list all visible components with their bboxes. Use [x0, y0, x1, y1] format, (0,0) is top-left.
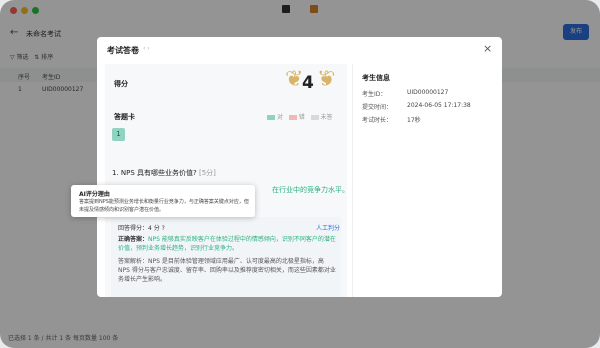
legend: 对 错 未答: [267, 112, 333, 121]
modal-nav-arrows[interactable]: ‹ ›: [143, 45, 150, 52]
unanswered-swatch: [310, 115, 319, 120]
candidate-id-label: 考生ID：: [362, 91, 387, 98]
explanation: 答案解析：NPS 是目前体验管理领域应用最广、认可度最高的北极星指标，高 NPS…: [118, 257, 336, 284]
legend-correct: 对: [277, 114, 284, 121]
legend-wrong: 错: [298, 114, 305, 121]
grading-box: 回答得分：4 分 ? 人工判分 正确答案：NPS 能够真实反映客户在体验过程中的…: [111, 217, 341, 297]
question-title: 1. NPS 具有哪些业务价值?: [112, 169, 197, 177]
ai-score-tooltip: AI评分理由 答案提到NPS能预测业务增长和衡量行业竞争力，与正确答案关键点对应…: [71, 185, 255, 217]
duration-value: 17秒: [407, 117, 421, 124]
answer-card-label: 答题卡: [114, 113, 135, 121]
wrong-swatch: [288, 115, 297, 120]
question-score: [5分]: [198, 169, 216, 177]
answer-score-label: 回答得分：: [118, 225, 149, 232]
laurel-right-icon: ❦: [317, 67, 336, 92]
exam-modal: 考试答卷 ‹ › × 得分 ❦ 4 ❦ 答题卡 对 错 未答 1 1. NPS …: [97, 37, 502, 297]
score-label: 得分: [114, 80, 128, 88]
correct-answer: 正确答案：NPS 能够真实反映客户在体验过程中的情感倾向，识别不同客户的潜在价值…: [118, 235, 336, 253]
manual-score-link[interactable]: 人工判分: [316, 224, 340, 233]
answer-score-value: 4 分: [148, 225, 160, 232]
explanation-label: 答案解析：: [118, 258, 149, 265]
info-title: 考生信息: [362, 74, 390, 82]
tooltip-title: AI评分理由: [79, 191, 110, 198]
correct-answer-text: NPS 能够真实反映客户在体验过程中的情感倾向，识别不同客户的潜在价值，预判业务…: [118, 236, 336, 252]
help-icon[interactable]: ?: [162, 225, 165, 232]
question-card-1[interactable]: 1: [112, 128, 125, 141]
correct-answer-label: 正确答案：: [118, 236, 149, 243]
score-value: 4: [302, 73, 314, 93]
submit-time-value: 2024-06-05 17:17:38: [407, 102, 471, 109]
tooltip-body: 答案提到NPS能预测业务增长和衡量行业竞争力，与正确答案关键点对应，但未提及情感…: [79, 199, 249, 213]
legend-unanswered: 未答: [320, 114, 333, 121]
duration-label: 考试时长：: [362, 117, 393, 124]
answer-score-row: 回答得分：4 分 ?: [118, 224, 165, 233]
candidate-id-value: UID00000127: [407, 89, 449, 96]
modal-header: 考试答卷 ‹ › ×: [97, 37, 502, 62]
question-text: 1. NPS 具有哪些业务价值? [5分]: [112, 168, 216, 178]
candidate-info-panel: [352, 64, 502, 297]
close-icon[interactable]: ×: [483, 42, 492, 55]
explanation-text: NPS 是目前体验管理领域应用最广、认可度最高的北极星指标，高 NPS 得分与客…: [118, 258, 336, 283]
app-window: ← 未命名考试 发布 ▽ 筛选 ⇅ 排序 序号 考生ID 1 UID000001…: [0, 0, 600, 348]
correct-swatch: [267, 115, 275, 120]
modal-title: 考试答卷: [107, 46, 139, 55]
answer-text: 在行业中的竞争力水平。: [272, 186, 349, 194]
submit-time-label: 提交时间：: [362, 104, 393, 111]
laurel-left-icon: ❦: [285, 67, 304, 92]
